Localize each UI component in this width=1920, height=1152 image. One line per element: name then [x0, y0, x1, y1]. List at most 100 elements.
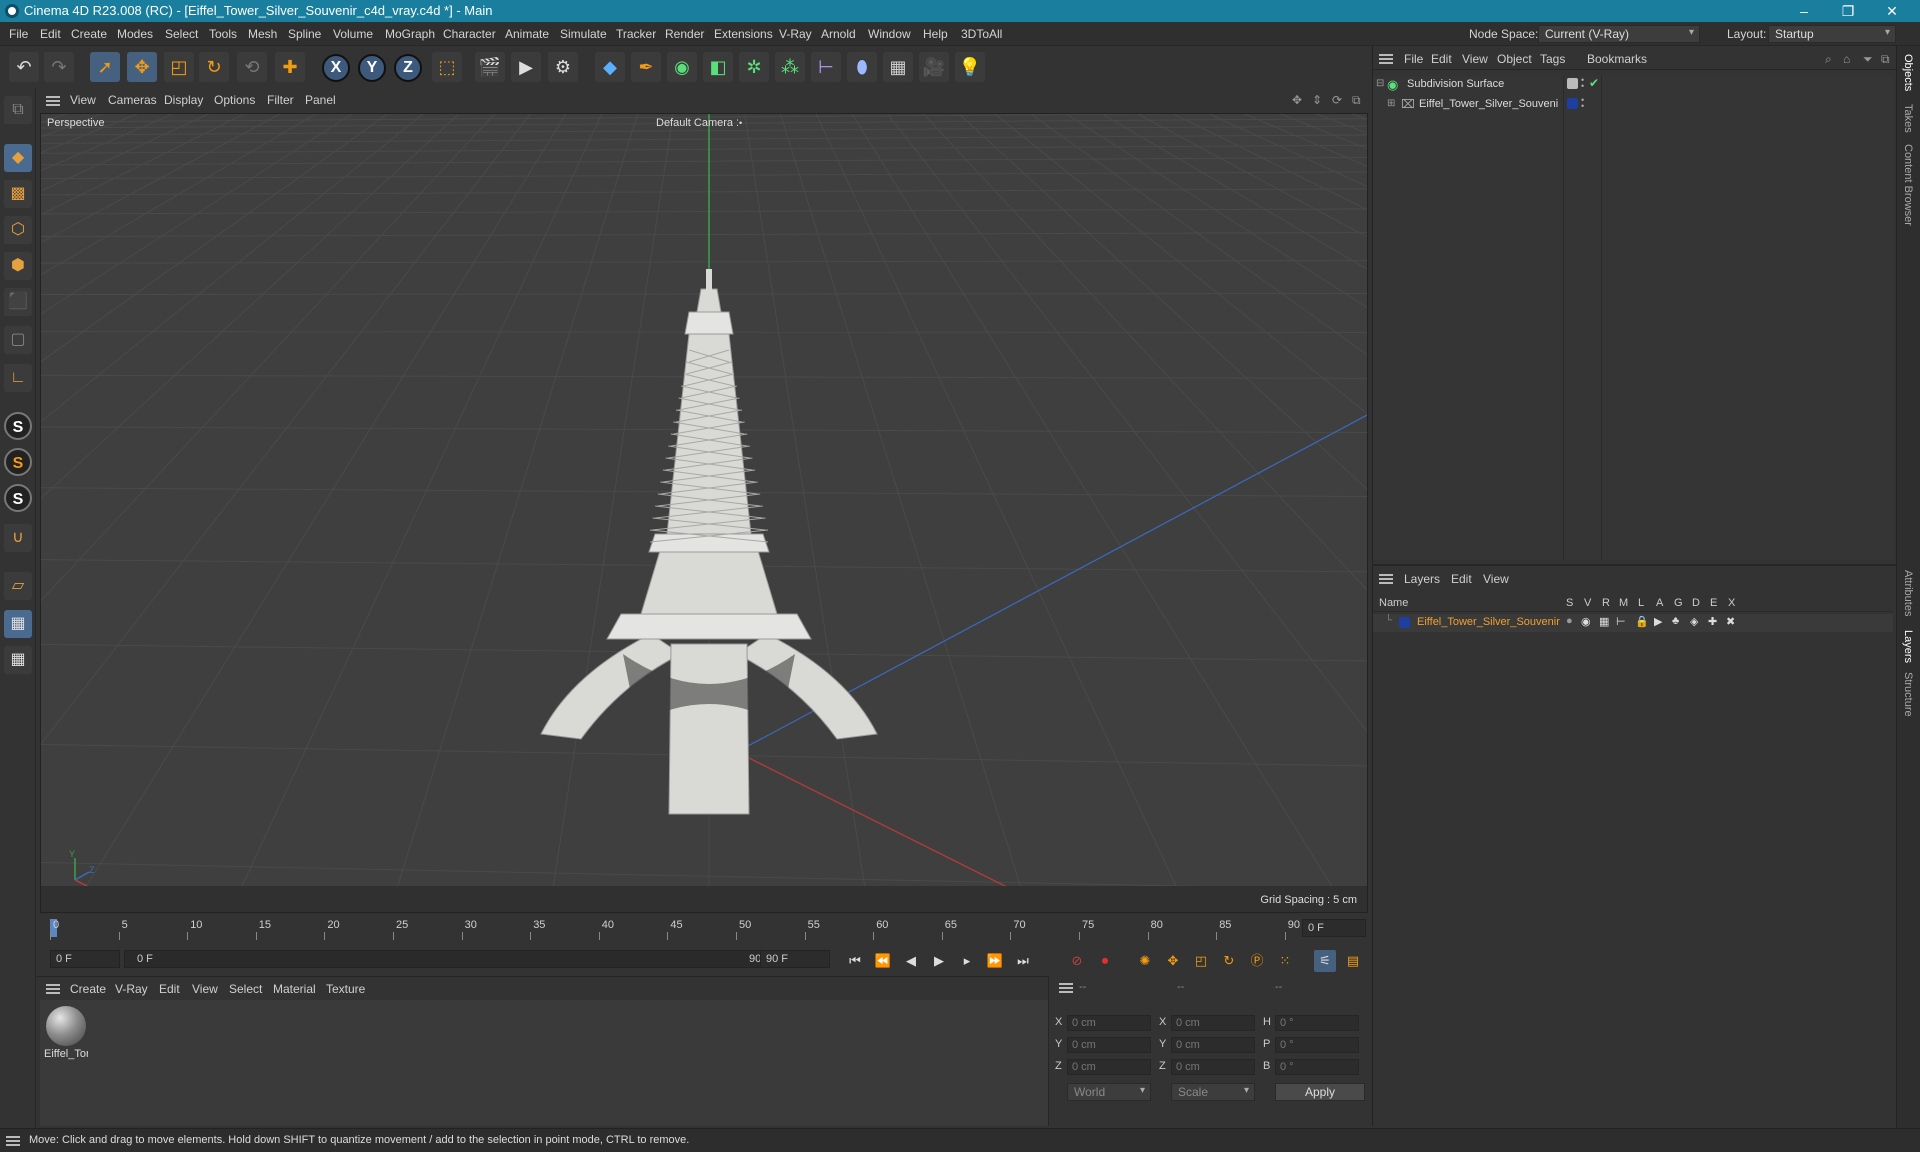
object-menu-file[interactable]: File [1404, 52, 1423, 66]
rot-p-field[interactable]: 0 ° [1275, 1037, 1359, 1053]
key-parameter-icon[interactable]: Ⓟ [1246, 950, 1268, 972]
material-menu-texture[interactable]: Texture [326, 982, 365, 996]
floor-icon[interactable]: ▦ [883, 52, 913, 82]
rot-b-field[interactable]: 0 ° [1275, 1059, 1359, 1075]
menu-mograph[interactable]: MoGraph [385, 27, 435, 41]
layer-menu-edit[interactable]: Edit [1451, 572, 1472, 586]
z-axis-lock-button[interactable]: Z [394, 54, 422, 82]
point-mode-icon[interactable]: ⬡ [4, 216, 32, 244]
column-xref[interactable]: X [1728, 597, 1735, 609]
snap-icon[interactable]: S [4, 412, 32, 440]
viewport-menu-icon[interactable] [46, 96, 60, 106]
current-frame-field[interactable]: 0 F [1302, 919, 1366, 937]
layer-menu-icon[interactable] [1379, 574, 1393, 584]
layer-lock-icon[interactable]: 🔒 [1635, 615, 1649, 628]
node-space-dropdown[interactable]: Current (V-Ray) [1538, 25, 1700, 43]
record-off-icon[interactable]: ⊘ [1066, 950, 1088, 972]
material-menu-select[interactable]: Select [229, 982, 262, 996]
magnet-icon[interactable]: ∪ [4, 524, 32, 552]
coordinate-system-icon[interactable]: ⬚ [432, 52, 462, 82]
autokey-icon[interactable]: ⏺ [1094, 950, 1116, 972]
viewport-pan-icon[interactable]: ✥ [1292, 93, 1302, 107]
texture-mode-icon[interactable]: ▩ [4, 180, 32, 208]
tab-structure[interactable]: Structure [1902, 672, 1914, 717]
key-point-level-icon[interactable]: ⁙ [1274, 950, 1296, 972]
axis-mode-icon[interactable]: ∟ [4, 364, 32, 392]
pos-y-field[interactable]: 0 cm [1067, 1037, 1151, 1053]
subdivision-surface-icon[interactable]: ◉ [667, 52, 697, 82]
size-y-field[interactable]: 0 cm [1171, 1037, 1255, 1053]
tab-layers[interactable]: Layers [1902, 630, 1914, 663]
snap-workplane-icon[interactable]: S [4, 484, 32, 512]
motion-recording-icon[interactable]: ⚟ [1314, 950, 1336, 972]
polygon-mode-icon[interactable]: ⬛ [4, 288, 32, 316]
array-icon[interactable]: ⁂ [775, 52, 805, 82]
coord-mode-dropdown[interactable]: Scale [1171, 1083, 1255, 1101]
menu-extensions[interactable]: Extensions [714, 27, 773, 41]
material-menu-create[interactable]: Create [70, 982, 106, 996]
layer-xref-icon[interactable]: ✖ [1726, 615, 1735, 628]
coord-space-dropdown[interactable]: World [1067, 1083, 1151, 1101]
edge-mode-icon[interactable]: ⬢ [4, 252, 32, 280]
column-solo[interactable]: S [1566, 597, 1573, 609]
previous-key-icon[interactable]: ⏪ [872, 950, 894, 972]
go-to-start-icon[interactable]: ⏮ [844, 950, 866, 972]
menu-3dtoall[interactable]: 3DToAll [961, 27, 1002, 41]
field-icon[interactable]: ⬮ [847, 52, 877, 82]
rot-h-field[interactable]: 0 ° [1275, 1015, 1359, 1031]
undo-icon[interactable]: ↶ [9, 52, 39, 82]
key-rotation-icon[interactable]: ↻ [1218, 950, 1240, 972]
layer-view-eye-icon[interactable]: ◉ [1581, 615, 1591, 628]
next-key-icon[interactable]: ⏩ [984, 950, 1006, 972]
menu-volume[interactable]: Volume [333, 27, 373, 41]
cube-primitive-icon[interactable]: ◆ [595, 52, 625, 82]
render-settings-icon[interactable]: ⚙ [548, 52, 578, 82]
layer-color-icon[interactable] [1567, 98, 1578, 109]
extrude-generator-icon[interactable]: ◧ [703, 52, 733, 82]
close-button[interactable]: ✕ [1870, 0, 1914, 22]
status-menu-icon[interactable] [6, 1136, 20, 1146]
layer-expressions-icon[interactable]: ✚ [1708, 615, 1717, 628]
render-view-icon[interactable]: 🎬 [475, 52, 505, 82]
snap-settings-icon[interactable]: S [4, 448, 32, 476]
menu-vray[interactable]: V-Ray [779, 27, 812, 41]
x-axis-lock-button[interactable]: X [322, 54, 350, 82]
menu-simulate[interactable]: Simulate [560, 27, 607, 41]
menu-select[interactable]: Select [165, 27, 198, 41]
menu-character[interactable]: Character [443, 27, 496, 41]
layout-dropdown[interactable]: Startup [1768, 25, 1896, 43]
home-icon[interactable]: ⌂ [1843, 52, 1850, 66]
new-window-icon[interactable]: ⧉ [1881, 52, 1890, 67]
material-menu-edit[interactable]: Edit [159, 982, 180, 996]
menu-render[interactable]: Render [665, 27, 704, 41]
column-animation[interactable]: A [1656, 597, 1663, 609]
deformer-icon[interactable]: ⊢ [811, 52, 841, 82]
transform-tool-icon[interactable]: ✚ [275, 52, 305, 82]
end-frame-field[interactable]: 90 F [760, 950, 830, 968]
pos-x-field[interactable]: 0 cm [1067, 1015, 1151, 1031]
scale-tool-icon[interactable]: ◰ [164, 52, 194, 82]
play-icon[interactable]: ▶ [928, 950, 950, 972]
expand-toggle-icon[interactable]: ⊞ [1387, 98, 1395, 109]
enabled-check-icon[interactable]: ✔ [1589, 76, 1599, 90]
uv-mode-icon[interactable]: ▢ [4, 326, 32, 354]
menu-tracker[interactable]: Tracker [616, 27, 656, 41]
object-menu-bookmarks[interactable]: Bookmarks [1587, 52, 1647, 66]
object-menu-tags[interactable]: Tags [1540, 52, 1565, 66]
next-frame-icon[interactable]: ▸ [956, 950, 978, 972]
menu-animate[interactable]: Animate [505, 27, 549, 41]
viewport-menu-view[interactable]: View [70, 93, 96, 107]
layer-tag-icon[interactable] [1567, 78, 1578, 89]
column-name[interactable]: Name [1379, 597, 1408, 609]
light-icon[interactable]: 💡 [955, 52, 985, 82]
viewport-rotate-icon[interactable]: ⟳ [1332, 93, 1342, 107]
column-render[interactable]: R [1602, 597, 1610, 609]
visibility-dots-icon[interactable]: • • [1581, 96, 1584, 111]
menu-modes[interactable]: Modes [117, 27, 153, 41]
menu-mesh[interactable]: Mesh [248, 27, 277, 41]
go-to-end-icon[interactable]: ⏭ [1012, 950, 1034, 972]
layer-name[interactable]: Eiffel_Tower_Silver_Souvenir [1417, 616, 1560, 628]
menu-tools[interactable]: Tools [209, 27, 237, 41]
material-menu-icon[interactable] [46, 984, 60, 994]
render-to-picture-viewer-icon[interactable]: ▶ [511, 52, 541, 82]
